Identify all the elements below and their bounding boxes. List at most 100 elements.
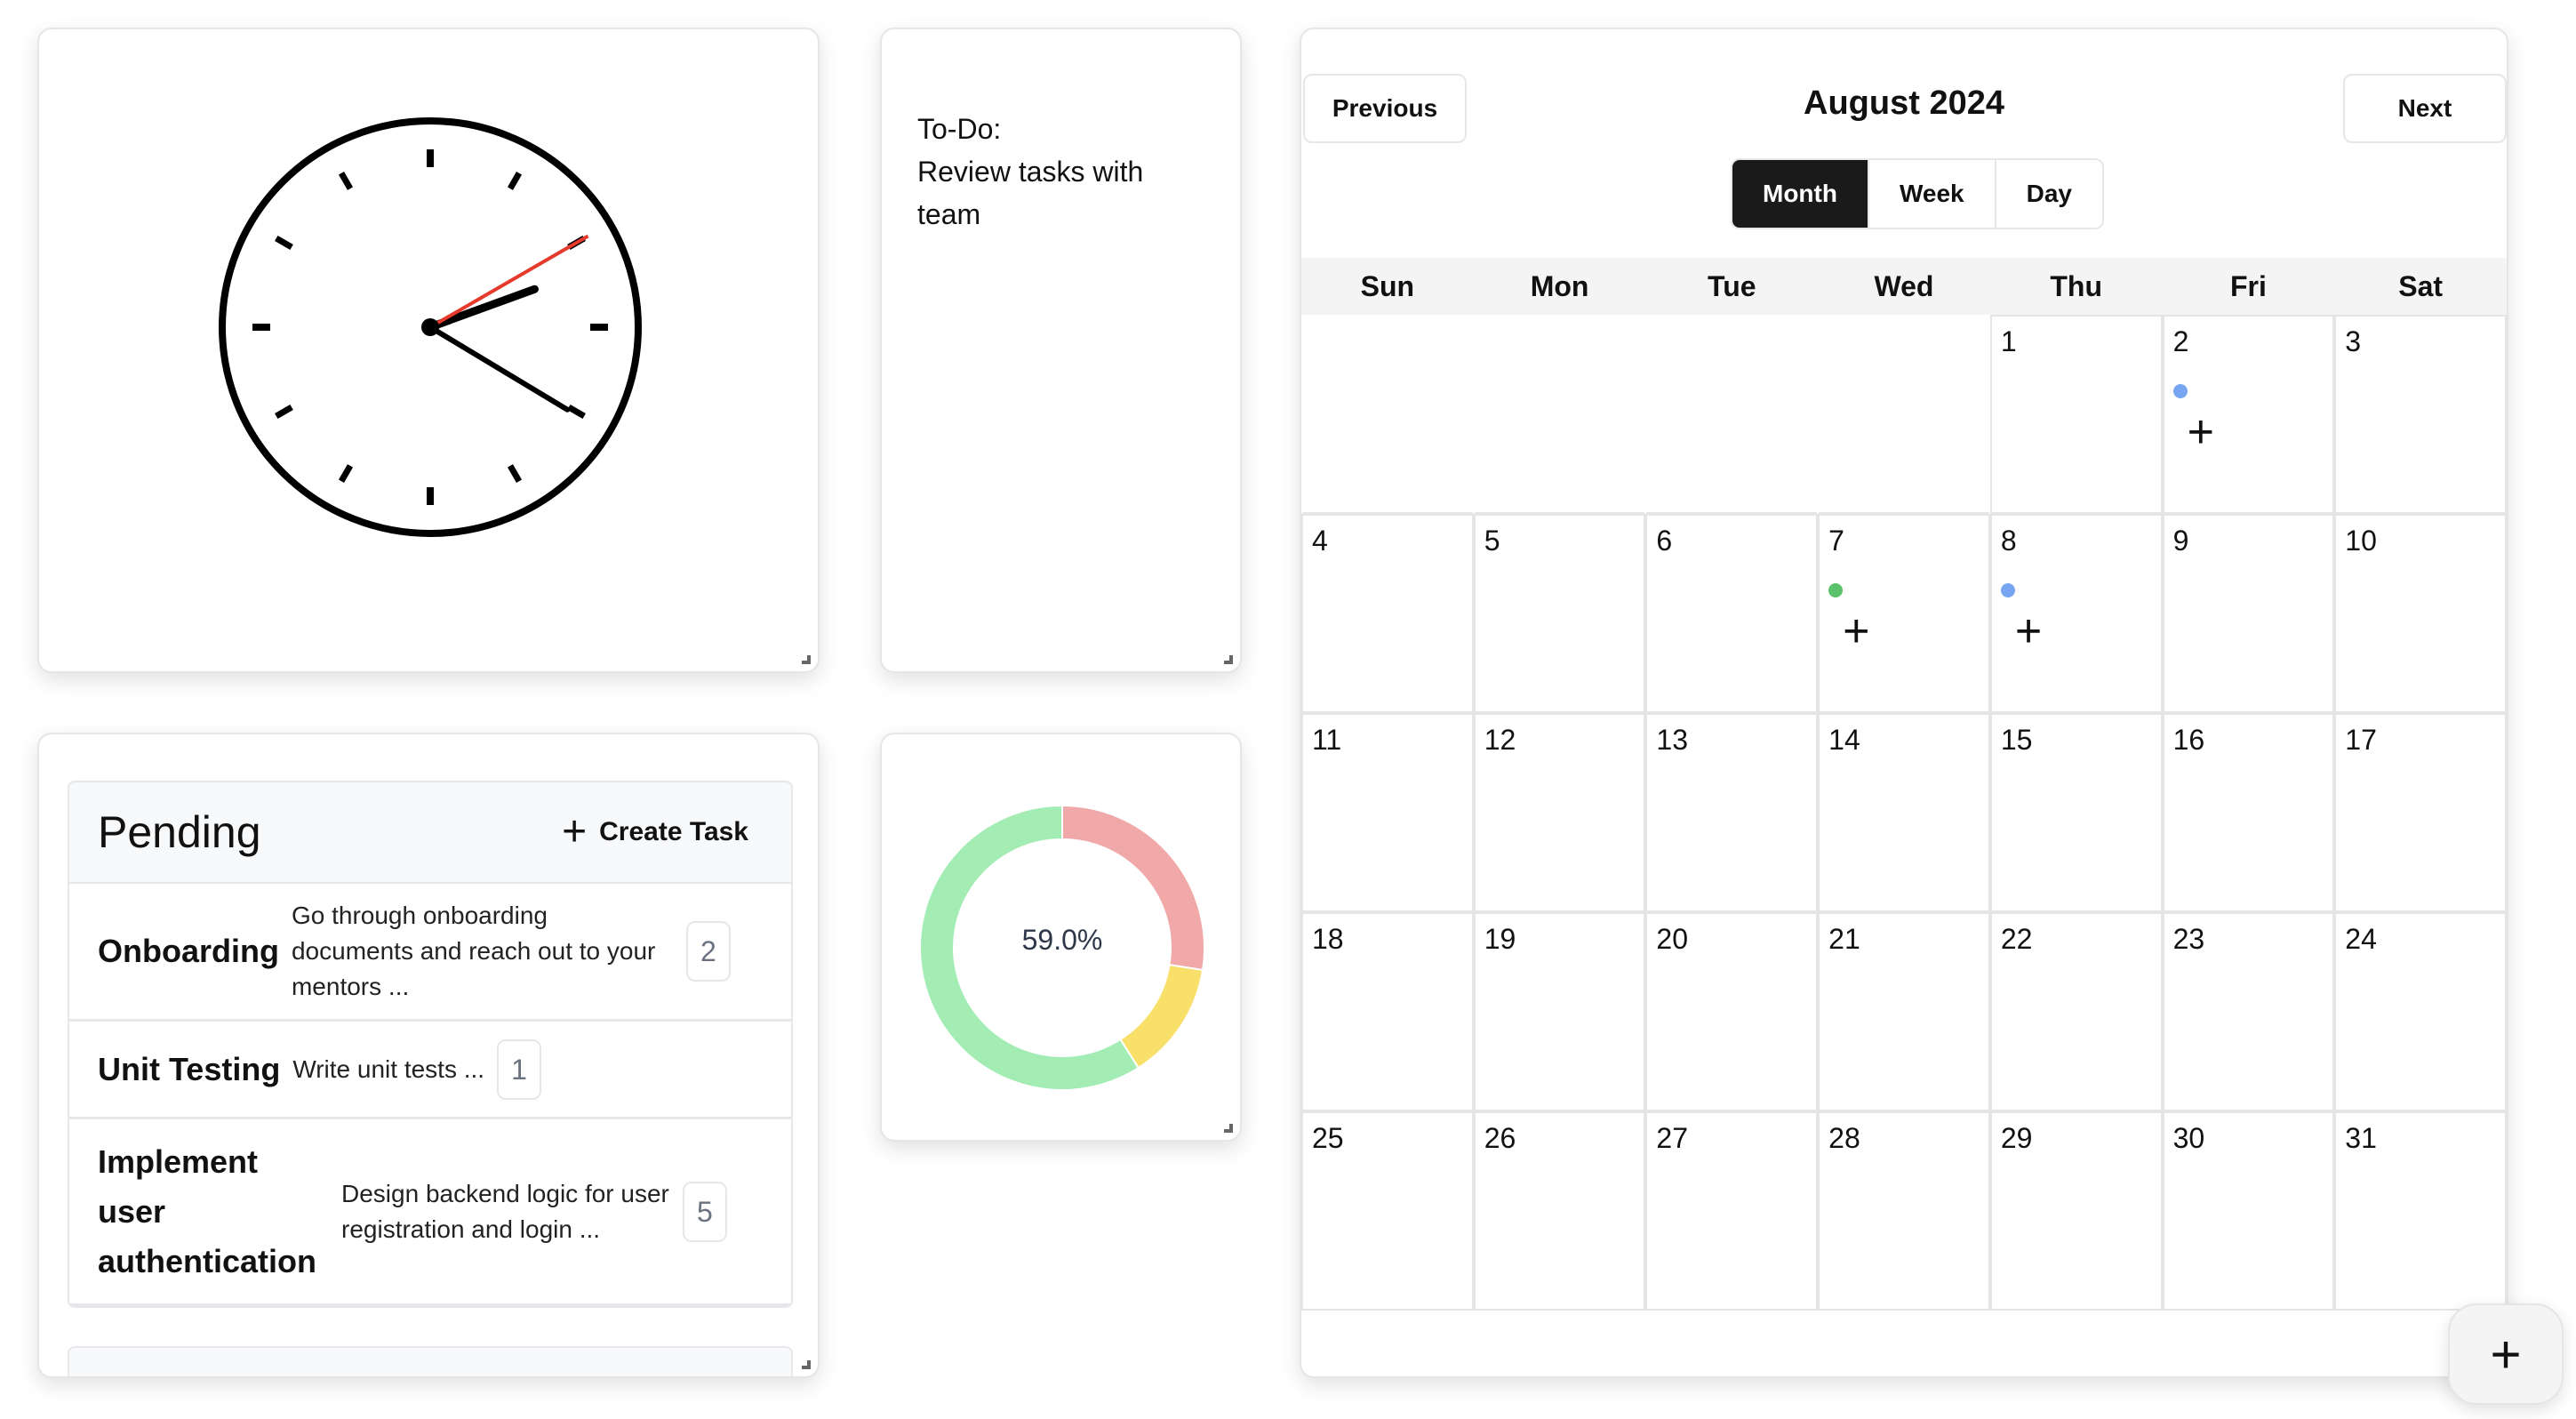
minute-hand [428, 325, 571, 413]
day-cell[interactable]: 11 [1301, 713, 1474, 912]
task-card[interactable]: Onboarding Go through onboarding documen… [69, 884, 791, 1022]
day-number: 22 [2000, 923, 2033, 955]
hour-tick [567, 404, 586, 420]
analog-clock [219, 117, 642, 537]
task-count-badge: 1 [497, 1038, 541, 1100]
resize-handle[interactable] [1224, 1124, 1233, 1133]
empty-day-cell [1645, 315, 1819, 514]
day-number: 28 [1828, 1122, 1860, 1154]
column-header: Pending + Create Task [69, 782, 791, 884]
task-description: Write unit tests ... [292, 1054, 485, 1083]
day-cell[interactable]: 12 [1473, 713, 1646, 912]
day-cell[interactable]: 28 [1818, 1111, 1990, 1311]
empty-day-cell [1301, 315, 1474, 514]
task-name: Onboarding [98, 933, 279, 969]
clock-widget [37, 28, 820, 673]
day-number: 9 [2172, 525, 2189, 557]
day-cell[interactable]: 17 [2334, 713, 2507, 912]
day-cell[interactable]: 8 + [1989, 514, 2163, 713]
day-cell[interactable]: 4 [1301, 514, 1474, 713]
day-number: 2 [2172, 325, 2189, 357]
day-cell[interactable]: 15 [1989, 713, 2163, 912]
task-description: Go through onboarding documents and reac… [291, 902, 656, 1000]
add-event-icon[interactable]: + [1843, 608, 1869, 654]
create-task-label: Create Task [599, 817, 748, 846]
day-number: 30 [2172, 1122, 2205, 1154]
day-cell[interactable]: 13 [1645, 713, 1819, 912]
day-cell[interactable]: 3 [2334, 315, 2507, 514]
hour-tick [338, 464, 354, 483]
donut-center-label: 59.0% [1022, 924, 1103, 956]
day-number: 24 [2345, 923, 2377, 955]
day-cell[interactable]: 10 [2334, 514, 2507, 713]
day-cell[interactable]: 29 [1989, 1111, 2163, 1311]
day-number: 26 [1484, 1122, 1516, 1154]
weekday-label: Sat [2398, 269, 2444, 302]
empty-day-cell [1818, 315, 1990, 514]
view-week-tab[interactable]: Week [1867, 160, 1995, 228]
day-cell[interactable]: 20 [1645, 912, 1819, 1111]
month-grid: 1 2 +3 4 5 6 7 +8 +9 10 11 12 13 14 15 16 17 18 19 20 21 22 23… [1301, 315, 2507, 1311]
task-card[interactable]: Implement user authentication Design bac… [69, 1119, 791, 1306]
add-widget-button[interactable]: + [2448, 1303, 2564, 1405]
weekday-label: Sun [1360, 269, 1415, 302]
task-description: Design backend logic for user registrati… [341, 1179, 669, 1243]
day-number: 25 [1312, 1122, 1344, 1154]
resize-handle[interactable] [1224, 655, 1233, 664]
day-cell[interactable]: 16 [2162, 713, 2335, 912]
day-cell[interactable]: 30 [2162, 1111, 2335, 1311]
day-cell[interactable]: 14 [1818, 713, 1990, 912]
add-event-icon[interactable]: + [2188, 409, 2214, 455]
day-cell[interactable]: 9 [2162, 514, 2335, 713]
day-cell[interactable]: 23 [2162, 912, 2335, 1111]
day-cell[interactable]: 7 + [1818, 514, 1990, 713]
resize-handle[interactable] [802, 655, 811, 664]
next-month-button[interactable]: Next [2343, 74, 2507, 143]
day-cell[interactable]: 31 [2334, 1111, 2507, 1311]
day-number: 29 [2000, 1122, 2033, 1154]
second-hand [429, 234, 589, 329]
day-cell[interactable]: 18 [1301, 912, 1474, 1111]
create-task-button[interactable]: + Create Task [562, 811, 748, 854]
weekday-label: Tue [1708, 269, 1756, 302]
clock-center [421, 318, 439, 336]
event-dot[interactable] [2172, 384, 2188, 398]
task-board-widget: Pending + Create Task Onboarding Go thro… [37, 733, 820, 1378]
day-cell[interactable]: 24 [2334, 912, 2507, 1111]
day-number: 14 [1828, 724, 1860, 756]
task-card[interactable]: Unit Testing Write unit tests ... 1 [69, 1022, 791, 1119]
day-cell[interactable]: 5 [1473, 514, 1646, 713]
day-cell[interactable]: 22 [1989, 912, 2163, 1111]
hour-tick [275, 404, 293, 420]
view-month-tab[interactable]: Month [1732, 160, 1868, 228]
day-cell[interactable]: 19 [1473, 912, 1646, 1111]
donut-slice-yellow[interactable] [1118, 963, 1204, 1070]
todo-note-text[interactable]: To-Do: Review tasks with team [917, 108, 1202, 236]
day-number: 20 [1656, 923, 1689, 955]
task-name: Unit Testing [98, 1050, 281, 1087]
hour-hand [426, 285, 539, 332]
hour-tick [507, 172, 523, 190]
day-number: 4 [1312, 525, 1328, 557]
day-number: 21 [1828, 923, 1860, 955]
resize-handle[interactable] [802, 1360, 811, 1369]
view-day-tab[interactable]: Day [1994, 160, 2102, 228]
event-dot[interactable] [1828, 583, 1844, 597]
day-cell[interactable]: 21 [1818, 912, 1990, 1111]
plus-icon: + [2490, 1324, 2522, 1384]
calendar-widget: Previous August 2024 Next Month Week Day… [1300, 28, 2508, 1378]
event-dot[interactable] [2000, 583, 2015, 597]
day-cell[interactable]: 1 [1989, 315, 2163, 514]
day-number: 16 [2172, 724, 2205, 756]
weekday-label: Thu [2050, 269, 2103, 302]
day-number: 27 [1656, 1122, 1689, 1154]
day-cell[interactable]: 6 [1645, 514, 1819, 713]
day-cell[interactable]: 2 + [2162, 315, 2335, 514]
progress-chart-widget: 59.0% [880, 733, 1242, 1142]
day-cell[interactable]: 27 [1645, 1111, 1819, 1311]
add-event-icon[interactable]: + [2015, 608, 2042, 654]
day-cell[interactable]: 25 [1301, 1111, 1474, 1311]
day-number: 13 [1656, 724, 1689, 756]
day-number: 5 [1484, 525, 1500, 557]
day-cell[interactable]: 26 [1473, 1111, 1646, 1311]
